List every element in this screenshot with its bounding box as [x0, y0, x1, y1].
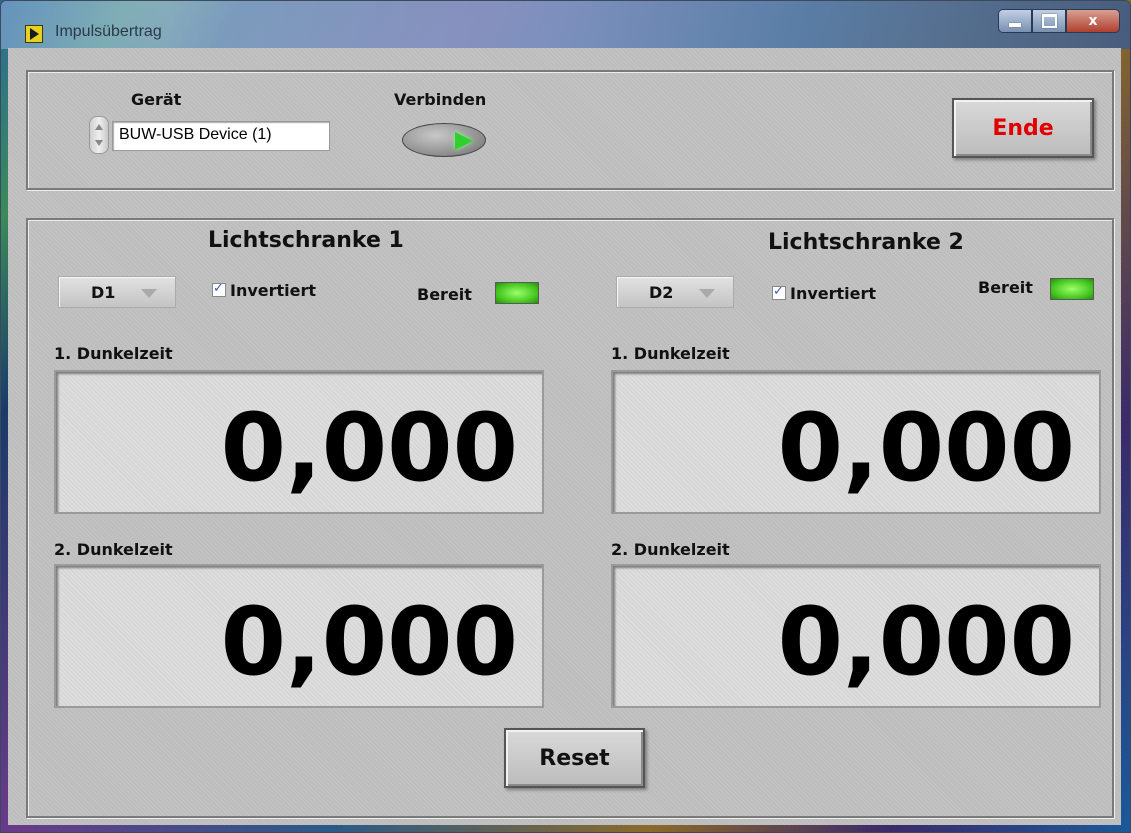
sensor1-title: Lichtschranke 1: [208, 228, 404, 253]
sensor2-dark2-display: 0,000: [611, 564, 1101, 708]
device-label: Gerät: [131, 90, 182, 109]
close-icon: x: [1088, 13, 1098, 29]
sensor1-ready-label: Bereit: [417, 285, 472, 304]
sensor1-dark2-display: 0,000: [54, 564, 544, 708]
reset-button[interactable]: Reset: [504, 728, 645, 788]
sensor2-inverted-checkbox[interactable]: [772, 284, 786, 300]
maximize-button[interactable]: [1032, 9, 1066, 33]
window-title: Impulsübertrag: [55, 23, 162, 40]
sensor1-inverted-label: Invertiert: [230, 281, 317, 300]
device-spinner[interactable]: [89, 116, 109, 154]
connect-label: Verbinden: [394, 90, 487, 109]
sensor2-dark1-label: 1. Dunkelzeit: [611, 344, 730, 363]
sensor1-dark1-label: 1. Dunkelzeit: [54, 344, 173, 363]
sensor2-channel-value: D2: [649, 283, 674, 302]
minimize-icon: [1009, 23, 1021, 27]
minimize-button[interactable]: [998, 9, 1032, 33]
sensor2-ready-label: Bereit: [978, 278, 1033, 297]
sensor2-channel-select[interactable]: D2: [616, 276, 734, 308]
sensor1-inverted-checkbox[interactable]: [212, 281, 226, 297]
sensor2-title: Lichtschranke 2: [768, 230, 964, 255]
dropdown-arrow-icon: [699, 289, 715, 298]
window-controls: x: [998, 9, 1120, 33]
sensor2-inverted-label: Invertiert: [790, 284, 877, 303]
dropdown-arrow-icon: [141, 289, 157, 298]
end-button[interactable]: Ende: [952, 98, 1094, 158]
sensor1-dark2-label: 2. Dunkelzeit: [54, 540, 173, 559]
sensor2-ready-led: [1050, 278, 1094, 300]
sensor1-channel-select[interactable]: D1: [58, 276, 176, 308]
sensor2-dark2-label: 2. Dunkelzeit: [611, 540, 730, 559]
maximize-icon: [1041, 14, 1057, 28]
sensor1-channel-value: D1: [91, 283, 116, 302]
title-bar[interactable]: Impulsübertrag x: [1, 1, 1130, 49]
sensor1-ready-led: [495, 282, 539, 304]
device-field[interactable]: BUW-USB Device (1): [112, 121, 330, 151]
connect-toggle[interactable]: [402, 123, 486, 157]
close-button[interactable]: x: [1066, 9, 1120, 33]
sensor2-dark1-display: 0,000: [611, 370, 1101, 514]
sensor1-dark1-display: 0,000: [54, 370, 544, 514]
labview-app-icon: [25, 25, 43, 43]
